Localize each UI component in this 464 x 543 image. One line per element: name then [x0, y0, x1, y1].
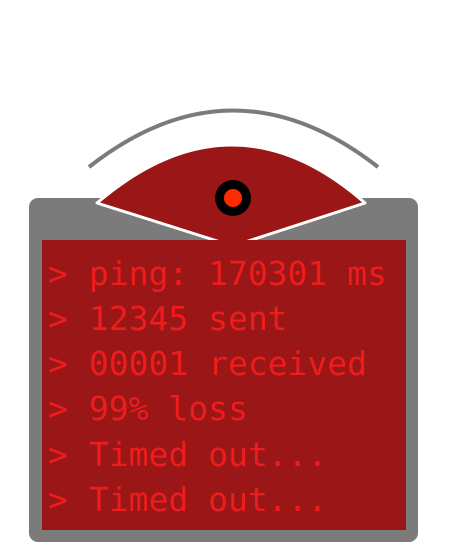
pupil	[224, 189, 242, 207]
line-text: 00001 received	[89, 344, 368, 383]
terminal-line: > Timed out...	[48, 477, 327, 522]
terminal-line: > Timed out...	[48, 432, 327, 477]
line-text: 12345 sent	[89, 299, 288, 338]
line-text: 99% loss	[89, 389, 248, 428]
prompt-symbol: >	[48, 389, 68, 428]
terminal-screen: > ping: 170301 ms >12345 sent >00001 rece…	[42, 240, 406, 530]
line-text: ping: 170301 ms	[89, 254, 388, 293]
prompt-symbol: >	[48, 344, 68, 383]
terminal-line: >12345 sent	[48, 296, 288, 341]
prompt-symbol: >	[48, 254, 68, 293]
terminal-line: > ping: 170301 ms	[48, 251, 387, 296]
line-text: Timed out...	[89, 480, 328, 519]
prompt-symbol: >	[48, 299, 68, 338]
prompt-symbol: >	[48, 480, 68, 519]
line-text: Timed out...	[89, 435, 328, 474]
prompt-symbol: >	[48, 435, 68, 474]
terminal-line: >99% loss	[48, 386, 248, 431]
terminal-line: >00001 received	[48, 341, 367, 386]
